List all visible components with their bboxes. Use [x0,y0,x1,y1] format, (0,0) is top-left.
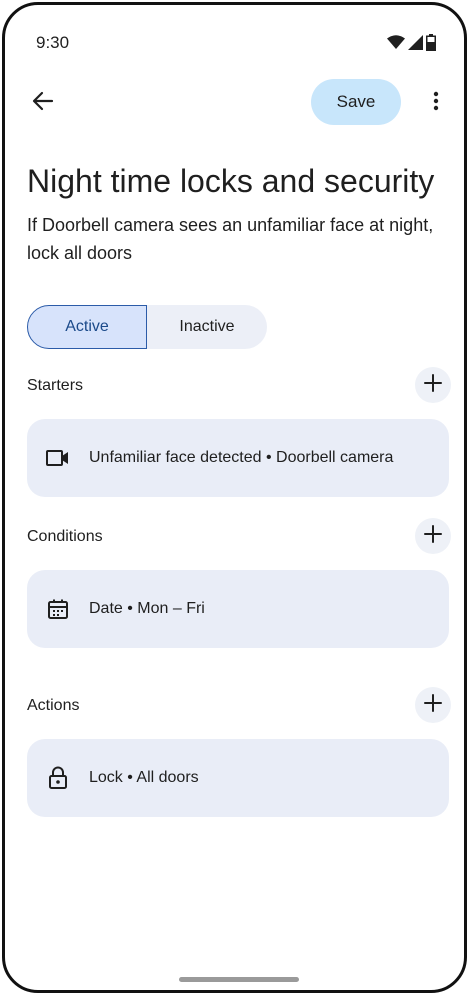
wifi-icon [387,35,405,55]
add-icon [424,693,442,717]
app-bar: Save [5,77,464,129]
back-button[interactable] [23,83,63,123]
page-title: Night time locks and security [27,163,435,199]
videocam-icon [46,446,70,470]
condition-card[interactable]: Date • Mon – Fri [27,570,449,648]
status-icons [387,34,436,56]
add-condition-button[interactable] [415,518,451,554]
condition-text: Date • Mon – Fri [89,600,205,617]
phone-frame: 9:30 Save Night time locks and security … [2,2,467,993]
action-text: Lock • All doors [89,769,199,786]
actions-label: Actions [27,697,80,714]
add-action-button[interactable] [415,687,451,723]
status-time: 9:30 [36,33,70,52]
cellular-signal-icon [408,35,423,55]
calendar-icon [46,597,70,621]
add-starter-button[interactable] [415,367,451,403]
add-icon [424,524,442,548]
home-indicator[interactable] [179,977,299,982]
status-bar: 9:30 [5,5,464,75]
active-segment-button[interactable]: Active [27,305,147,349]
starter-text: Unfamiliar face detected • Doorbell came… [89,449,394,466]
save-button[interactable]: Save [311,79,401,125]
more-options-button[interactable] [419,83,453,123]
battery-icon [426,34,436,56]
lock-icon [46,766,70,790]
add-icon [424,373,442,397]
conditions-label: Conditions [27,528,103,545]
more-vert-icon [433,91,439,116]
inactive-segment-button[interactable]: Inactive [147,305,267,349]
page-description: If Doorbell camera sees an unfamiliar fa… [27,215,434,263]
starters-label: Starters [27,377,84,394]
action-card[interactable]: Lock • All doors [27,739,449,817]
starter-card[interactable]: Unfamiliar face detected • Doorbell came… [27,419,449,497]
arrow-back-icon [32,90,54,117]
active-toggle: Active Inactive [27,305,267,349]
